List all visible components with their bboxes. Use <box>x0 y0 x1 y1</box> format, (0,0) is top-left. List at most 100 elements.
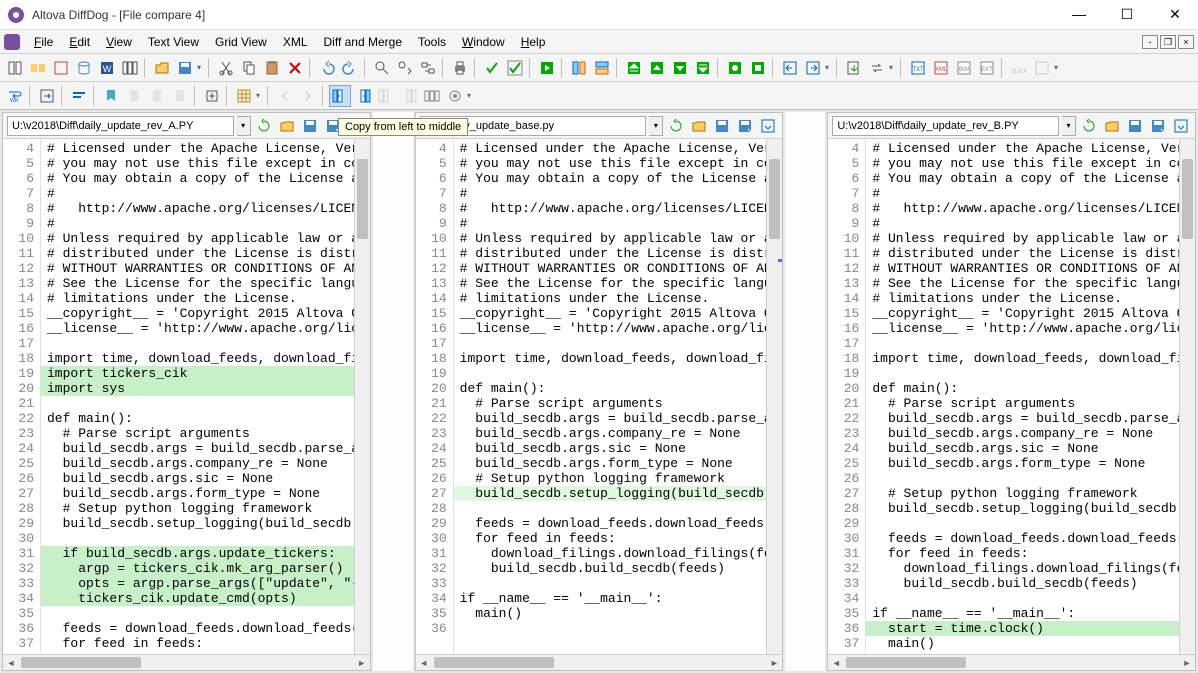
swap-dropdown[interactable]: ▾ <box>889 63 897 72</box>
mdi-app-icon[interactable] <box>4 34 20 50</box>
compare-txt-icon[interactable]: TXT <box>907 57 929 79</box>
first-diff-icon[interactable] <box>623 57 645 79</box>
scroll-right-icon[interactable]: ► <box>1179 655 1195 670</box>
pane-left-code[interactable]: 4567891011121314151617181920212223242526… <box>3 139 370 654</box>
pane-left-path-dropdown[interactable]: ▾ <box>237 116 251 136</box>
new-3way-compare-icon[interactable] <box>119 57 141 79</box>
pane-middle-code[interactable]: 4567891011121314151617181920212223242526… <box>416 139 783 654</box>
export-diff-icon[interactable] <box>843 57 865 79</box>
pane-right-text[interactable]: # Licensed under the Apache License, Ver… <box>866 139 1179 654</box>
new-dir-compare-icon[interactable] <box>27 57 49 79</box>
scroll-left-icon[interactable]: ◄ <box>828 655 844 670</box>
text-settings-icon[interactable] <box>68 85 90 107</box>
sync-scroll-h-icon[interactable] <box>591 57 613 79</box>
last-diff-icon[interactable] <box>692 57 714 79</box>
new-xml-compare-icon[interactable] <box>50 57 72 79</box>
menu-window[interactable]: Window <box>454 33 513 51</box>
replace-icon[interactable] <box>417 57 439 79</box>
pane-right-saveas-icon[interactable] <box>1148 116 1168 136</box>
linewrap-icon[interactable]: WR <box>4 85 26 107</box>
bookmark-clear-icon[interactable] <box>169 85 191 107</box>
new-file-compare-icon[interactable] <box>4 57 26 79</box>
menu-help[interactable]: Help <box>513 33 554 51</box>
menu-xml[interactable]: XML <box>275 33 316 51</box>
grid-dropdown[interactable]: ▾ <box>256 91 264 100</box>
menu-gridview[interactable]: Grid View <box>207 33 275 51</box>
fold-all-icon[interactable] <box>201 85 223 107</box>
current-diff-icon[interactable] <box>724 57 746 79</box>
bookmark-diff-icon[interactable] <box>747 57 769 79</box>
pane-left-vscroll[interactable] <box>354 139 370 654</box>
paste-icon[interactable] <box>261 57 283 79</box>
pane-middle-save-icon[interactable] <box>712 116 732 136</box>
menu-edit[interactable]: Edit <box>61 33 98 51</box>
mdi-close-button[interactable]: × <box>1178 35 1194 49</box>
find-next-icon[interactable] <box>394 57 416 79</box>
find-icon[interactable] <box>371 57 393 79</box>
scroll-right-icon[interactable]: ► <box>766 655 782 670</box>
pane-middle-path-dropdown[interactable]: ▾ <box>649 116 663 136</box>
maximize-button[interactable]: ☐ <box>1112 6 1142 23</box>
next-diff-icon[interactable] <box>669 57 691 79</box>
sync-scroll-icon[interactable] <box>568 57 590 79</box>
new-word-compare-icon[interactable]: W <box>96 57 118 79</box>
delete-icon[interactable] <box>284 57 306 79</box>
mdi-minimize-button[interactable]: - <box>1142 35 1158 49</box>
copy-left-to-middle-button[interactable] <box>329 85 351 107</box>
merge-right-icon[interactable] <box>802 57 824 79</box>
menu-tools[interactable]: Tools <box>410 33 454 51</box>
pane-left-path[interactable]: U:\v2018\Diff\daily_update_rev_A.PY <box>7 116 234 136</box>
redo-icon[interactable] <box>339 57 361 79</box>
scroll-right-icon[interactable]: ► <box>354 655 370 670</box>
open-icon[interactable] <box>151 57 173 79</box>
pane-right-reload-icon[interactable] <box>1171 116 1191 136</box>
3way-options-icon[interactable] <box>444 85 466 107</box>
nav-right-icon[interactable] <box>297 85 319 107</box>
copy-right-to-middle-button[interactable] <box>352 85 374 107</box>
pane-middle-reload-icon[interactable] <box>758 116 778 136</box>
pane-middle-vscroll[interactable] <box>766 139 782 654</box>
copy-middle-to-right-button[interactable] <box>398 85 420 107</box>
menu-diffmerge[interactable]: Diff and Merge <box>316 33 411 51</box>
bookmark-toggle-icon[interactable] <box>100 85 122 107</box>
3way-merge-icon[interactable] <box>421 85 443 107</box>
pane-middle-open-icon[interactable] <box>689 116 709 136</box>
compare-bin-icon[interactable]: BIN <box>953 57 975 79</box>
scroll-left-icon[interactable]: ◄ <box>3 655 19 670</box>
cut-icon[interactable] <box>215 57 237 79</box>
pane-left-open-icon[interactable] <box>277 116 297 136</box>
pane-left-text[interactable]: # Licensed under the Apache License, Ver… <box>41 139 354 654</box>
pane-middle-text[interactable]: # Licensed under the Apache License, Ver… <box>454 139 767 654</box>
save-dropdown[interactable]: ▾ <box>197 63 205 72</box>
goto-line-icon[interactable] <box>36 85 58 107</box>
menu-view[interactable]: View <box>98 33 140 51</box>
pane-middle-hscroll[interactable]: ◄ ► <box>416 654 783 670</box>
swap-icon[interactable] <box>866 57 888 79</box>
pane-right-path[interactable]: U:\v2018\Diff\daily_update_rev_B.PY <box>832 116 1059 136</box>
new-db-compare-icon[interactable] <box>73 57 95 79</box>
pane-right-path-dropdown[interactable]: ▾ <box>1062 116 1076 136</box>
compare-xml-icon[interactable]: XML <box>930 57 952 79</box>
pane-right-refresh-icon[interactable] <box>1079 116 1099 136</box>
pane-middle-saveas-icon[interactable] <box>735 116 755 136</box>
save-icon[interactable] <box>174 57 196 79</box>
merge-dropdown[interactable]: ▾ <box>825 63 833 72</box>
validate-icon[interactable] <box>504 57 526 79</box>
pane-left-refresh-icon[interactable] <box>254 116 274 136</box>
compare-start-icon[interactable] <box>536 57 558 79</box>
pane-left-save-icon[interactable] <box>300 116 320 136</box>
compare-ext-icon[interactable]: EXT <box>976 57 998 79</box>
pane-right-save-icon[interactable] <box>1125 116 1145 136</box>
copy-middle-to-left-button[interactable] <box>375 85 397 107</box>
wellformed-icon[interactable] <box>481 57 503 79</box>
menu-file[interactable]: File <box>26 33 61 51</box>
print-icon[interactable] <box>449 57 471 79</box>
minimize-button[interactable]: — <box>1064 6 1094 23</box>
pane-right-code[interactable]: 4567891011121314151617181920212223242526… <box>828 139 1195 654</box>
bookmark-prev-icon[interactable] <box>146 85 168 107</box>
prev-diff-icon[interactable] <box>646 57 668 79</box>
options-icon[interactable] <box>1031 57 1053 79</box>
grid-view-icon[interactable] <box>233 85 255 107</box>
pane-right-hscroll[interactable]: ◄ ► <box>828 654 1195 670</box>
3way-dropdown[interactable]: ▾ <box>467 91 475 100</box>
